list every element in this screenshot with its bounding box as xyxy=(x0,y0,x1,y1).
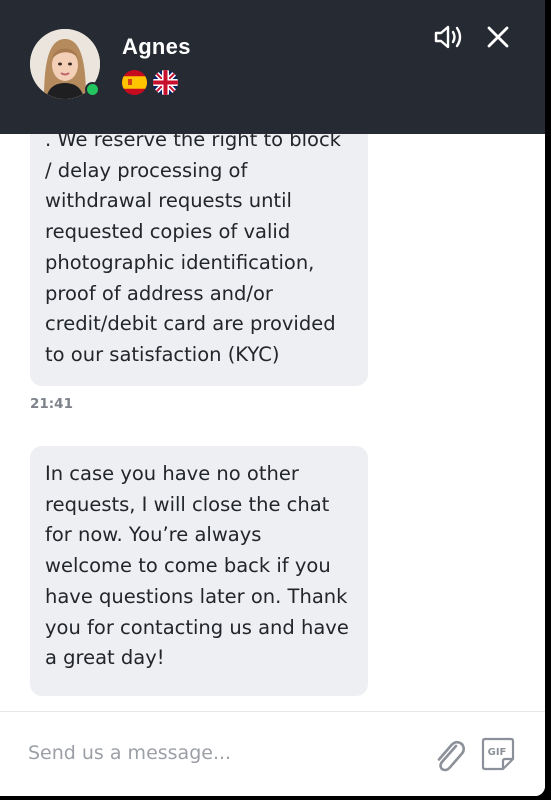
agent-avatar-wrapper xyxy=(30,29,100,99)
message-composer: GIF xyxy=(0,711,545,796)
message-input[interactable] xyxy=(28,736,408,770)
attach-file-button[interactable] xyxy=(431,736,467,776)
close-icon xyxy=(487,26,509,48)
language-flags xyxy=(122,70,178,95)
agent-name: Agnes xyxy=(122,34,191,59)
spanish-flag-icon xyxy=(122,70,147,95)
gif-button[interactable]: GIF xyxy=(481,737,515,771)
message-timestamp: 21:41 xyxy=(30,396,73,412)
svg-text:GIF: GIF xyxy=(488,747,507,758)
online-status-dot xyxy=(85,82,100,97)
gif-icon: GIF xyxy=(481,737,515,771)
speaker-icon xyxy=(434,25,462,49)
paperclip-icon xyxy=(437,740,465,772)
close-button[interactable] xyxy=(482,22,514,52)
sound-toggle-button[interactable] xyxy=(433,22,465,52)
agent-message-bubble: In case you have no other requests, I wi… xyxy=(30,446,368,696)
uk-flag-icon xyxy=(153,70,178,95)
chat-header: Agnes xyxy=(0,0,545,134)
agent-message-bubble: . We reserve the right to block / delay … xyxy=(30,134,368,386)
chat-widget: Agnes . We reserve the right to block / … xyxy=(0,0,545,796)
message-list: . We reserve the right to block / delay … xyxy=(0,134,545,712)
